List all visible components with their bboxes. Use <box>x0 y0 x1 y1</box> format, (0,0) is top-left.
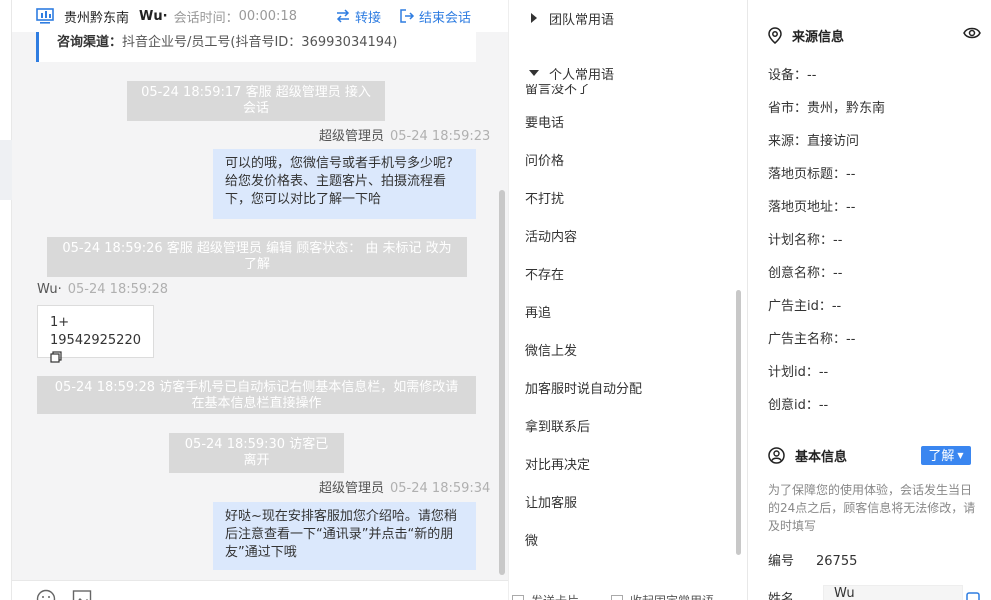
customer-id-value: 26755 <box>816 554 858 569</box>
phrase-item[interactable]: 不存在 <box>525 264 564 283</box>
customer-name-label: 姓名 <box>768 592 795 600</box>
status-dropdown[interactable]: 了解 ▼ <box>921 446 971 465</box>
info-creative-id: 创意id：-- <box>768 398 829 413</box>
user-icon <box>768 447 785 464</box>
phrases-scrollbar[interactable] <box>736 290 741 555</box>
caret-right-icon <box>531 13 537 23</box>
team-phrases-label: 团队常用语 <box>549 12 615 28</box>
chat-scrollbar[interactable] <box>499 190 505 575</box>
monitor-icon <box>36 8 54 24</box>
info-advertiser-name: 广告主名称：-- <box>768 332 856 347</box>
visitor-message-line: 19542925220 <box>50 332 141 368</box>
info-landing-url: 落地页地址：-- <box>768 200 856 215</box>
info-device: 设备：-- <box>768 68 817 83</box>
visitor-phone: 19542925220 <box>50 333 141 348</box>
left-strip <box>0 0 12 600</box>
transfer-icon <box>336 9 350 23</box>
collapse-fixed-label: 收起固定常用语 <box>630 592 714 600</box>
phrase-item[interactable]: 再追 <box>525 302 551 321</box>
chat-header: 贵州黔东南 Wu· 会话时间： 00:00:18 转接 结束会话 <box>12 0 508 32</box>
message-time: 05-24 18:59:28 <box>67 282 169 297</box>
eye-icon[interactable] <box>963 25 981 41</box>
end-session-button[interactable]: 结束会话 <box>399 7 471 26</box>
basic-info-title-text: 基本信息 <box>795 450 848 465</box>
message-time: 05-24 18:59:34 <box>390 481 491 496</box>
phrase-list[interactable]: 留言没不了 要电话 问价格 不打扰 活动内容 不存在 再追 微信上发 加客服时说… <box>509 84 737 574</box>
customer-name-field[interactable]: Wu <box>823 585 963 600</box>
channel-value: 抖音企业号/员工号(抖音号ID：36993034194) <box>122 35 398 50</box>
phrase-item[interactable]: 不打扰 <box>525 188 564 207</box>
system-message: 05-24 18:59:30 访客已离开 <box>169 433 344 473</box>
phrase-item[interactable]: 拿到联系后 <box>525 416 590 435</box>
info-plan-name: 计划名称：-- <box>768 233 843 248</box>
send-card-label: 发送卡片 <box>531 592 579 600</box>
system-message: 05-24 18:59:17 客服 超级管理员 接入会话 <box>127 81 385 121</box>
info-advertiser-id: 广告主id：-- <box>768 299 842 314</box>
info-plan-id: 计划id：-- <box>768 365 829 380</box>
agent-message-bubble[interactable]: 好哒~现在安排客服加您介绍哈。请您稍后注意查看一下“通讯录”并点击“新的朋友”通… <box>213 502 476 570</box>
phrases-pane: 团队常用语 个人常用语 留言没不了 要电话 问价格 不打扰 活动内容 不存在 再… <box>508 0 748 600</box>
image-icon[interactable] <box>72 589 92 600</box>
source-info-title: 来源信息 <box>768 26 844 45</box>
location-pin-icon <box>768 27 782 44</box>
chat-pane: 贵州黔东南 Wu· 会话时间： 00:00:18 转接 结束会话 咨询渠道：抖音… <box>0 0 508 600</box>
collapse-fixed-checkbox[interactable] <box>611 595 623 600</box>
visitor-message-meta: Wu· 05-24 18:59:28 <box>37 282 168 297</box>
session-time-label: 会话时间： <box>173 10 239 26</box>
transfer-label: 转接 <box>354 10 381 26</box>
phrase-item[interactable]: 活动内容 <box>525 226 577 245</box>
chat-message-list[interactable]: 咨询渠道：抖音企业号/员工号(抖音号ID：36993034194) 05-24 … <box>12 32 508 580</box>
info-origin: 来源：直接访问 <box>768 134 860 149</box>
caret-down-icon <box>529 70 539 76</box>
phrase-item[interactable]: 对比再决定 <box>525 454 590 473</box>
visitor-message-bubble[interactable]: 1+ 19542925220 <box>37 305 154 363</box>
info-creative-name: 创意名称：-- <box>768 266 843 281</box>
caret-down-icon: ▼ <box>957 451 964 460</box>
phrase-item[interactable]: 加客服时说自动分配 <box>525 378 642 397</box>
edit-deadline-notice: 为了保障您的使用体验，会话发生当日的24点之后，顾客信息将无法修改，请及时填写 <box>768 483 976 533</box>
phrase-item[interactable]: 微信上发 <box>525 340 577 359</box>
phrase-item[interactable]: 留言没不了 <box>525 84 590 97</box>
agent-message-meta: 超级管理员 05-24 18:59:23 <box>319 125 490 144</box>
channel-card: 咨询渠道：抖音企业号/员工号(抖音号ID：36993034194) <box>36 32 476 62</box>
personal-phrases-label: 个人常用语 <box>549 67 615 83</box>
side-tab-marker[interactable] <box>0 140 12 200</box>
end-session-label: 结束会话 <box>418 10 471 26</box>
status-dropdown-label: 了解 <box>928 449 955 464</box>
customer-id-row: 编号 26755 <box>768 550 857 569</box>
visitor-message-line: 1+ <box>50 315 70 330</box>
personal-phrases-group[interactable]: 个人常用语 <box>529 63 614 83</box>
agent-name: 超级管理员 <box>319 129 385 144</box>
transfer-button[interactable]: 转接 <box>335 7 381 26</box>
system-message: 05-24 18:59:26 客服 超级管理员 编辑 顾客状态： 由 未标记 改… <box>47 237 467 277</box>
agent-message-meta: 超级管理员 05-24 18:59:34 <box>319 477 490 496</box>
phrases-footer: 发送卡片 收起固定常用语 <box>509 586 747 600</box>
exit-icon <box>400 9 415 23</box>
info-province: 省市：贵州，黔东南 <box>768 101 886 116</box>
agent-message-bubble[interactable]: 可以的哦，您微信号或者手机号多少呢?给您发价格表、主题客片、拍摄流程看下，您可以… <box>213 149 476 219</box>
source-info-title-text: 来源信息 <box>792 30 845 45</box>
copy-icon[interactable] <box>50 351 62 363</box>
phrase-item[interactable]: 让加客服 <box>525 492 577 511</box>
message-time: 05-24 18:59:23 <box>390 129 491 144</box>
emoji-icon[interactable] <box>36 589 56 600</box>
phrase-item[interactable]: 要电话 <box>525 112 564 131</box>
phrase-item[interactable]: 问价格 <box>525 150 564 169</box>
channel-label: 咨询渠道： <box>57 35 123 50</box>
agent-name: 超级管理员 <box>319 481 385 496</box>
chat-toolbar <box>12 580 508 600</box>
visitor-info-pane: 来源信息 设备：-- 省市：贵州，黔东南 来源：直接访问 落地页标题：-- 落地… <box>748 0 991 600</box>
customer-id-label: 编号 <box>768 554 795 569</box>
session-time-value: 00:00:18 <box>238 8 297 24</box>
basic-info-title: 基本信息 <box>768 446 847 465</box>
send-card-checkbox[interactable] <box>512 595 524 600</box>
phrase-item[interactable]: 微 <box>525 530 538 549</box>
edit-icon[interactable] <box>966 592 980 600</box>
system-message: 05-24 18:59:28 访客手机号已自动标记右侧基本信息栏，如需修改请在基… <box>37 376 476 414</box>
visitor-region: 贵州黔东南 <box>64 10 130 26</box>
info-landing-title: 落地页标题：-- <box>768 167 856 182</box>
visitor-name: Wu· <box>139 8 168 24</box>
visitor-msg-name: Wu· <box>37 282 62 297</box>
team-phrases-group[interactable]: 团队常用语 <box>529 8 614 28</box>
